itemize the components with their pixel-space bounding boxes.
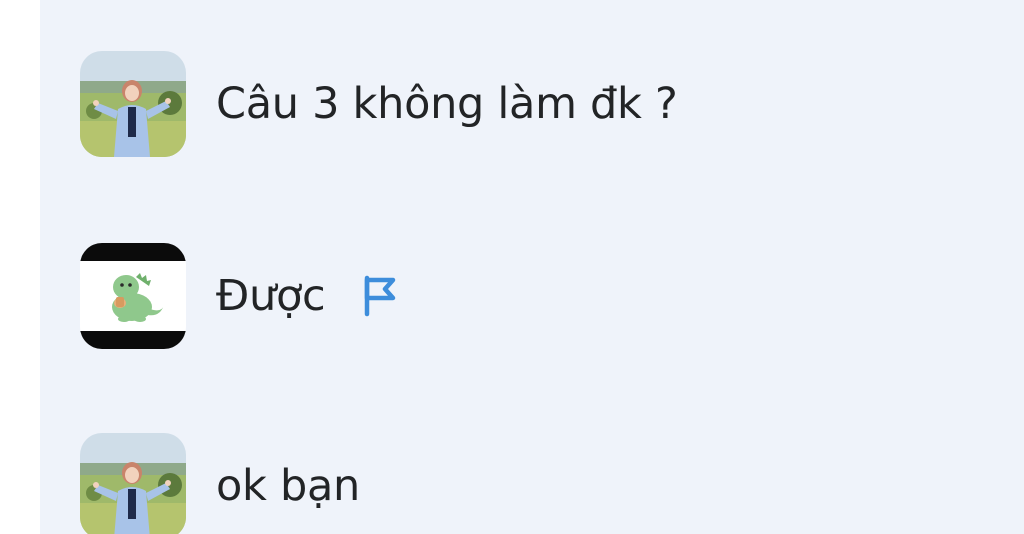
message-text: Câu 3 không làm đk ? bbox=[216, 79, 678, 129]
flag-icon-svg bbox=[365, 275, 396, 317]
flag-icon[interactable] bbox=[355, 272, 403, 320]
message-text: Được bbox=[216, 271, 326, 321]
girl-avatar-image bbox=[80, 433, 186, 534]
girl-avatar-image bbox=[80, 51, 186, 157]
user-avatar[interactable] bbox=[80, 243, 186, 349]
user-avatar[interactable] bbox=[80, 433, 186, 534]
dinosaur-avatar-image bbox=[80, 243, 186, 349]
user-avatar[interactable] bbox=[80, 51, 186, 157]
chat-panel: Câu 3 không làm đk ? Được ok bạn bbox=[40, 0, 1024, 534]
left-margin bbox=[0, 0, 40, 534]
chat-message: Được bbox=[80, 242, 403, 350]
chat-message: ok bạn bbox=[80, 432, 360, 534]
message-text: ok bạn bbox=[216, 461, 360, 511]
chat-message: Câu 3 không làm đk ? bbox=[80, 50, 678, 158]
